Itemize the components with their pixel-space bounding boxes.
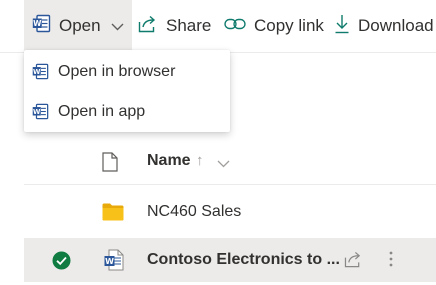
svg-text:W: W xyxy=(33,108,41,116)
open-button[interactable]: W Open xyxy=(24,0,132,52)
word-doc-icon: W xyxy=(104,249,124,276)
download-button[interactable]: Download xyxy=(334,0,434,52)
svg-text:W: W xyxy=(33,19,42,28)
chevron-down-icon xyxy=(111,16,124,36)
chevron-down-icon[interactable] xyxy=(217,155,230,173)
menu-item-open-in-browser[interactable]: W Open in browser xyxy=(24,52,230,92)
share-icon[interactable] xyxy=(344,251,363,273)
share-icon xyxy=(138,15,158,38)
download-icon xyxy=(334,14,350,39)
link-icon xyxy=(224,16,246,36)
list-item-selected[interactable]: W Contoso Electronics to ... xyxy=(24,238,436,282)
item-name[interactable]: Contoso Electronics to ... xyxy=(147,251,340,269)
menu-item-open-in-app[interactable]: W Open in app xyxy=(24,92,230,132)
share-button[interactable]: Share xyxy=(138,0,211,52)
file-type-icon[interactable] xyxy=(102,152,118,177)
copy-link-label: Copy link xyxy=(254,16,324,35)
open-label: Open xyxy=(59,16,101,35)
copy-link-button[interactable]: Copy link xyxy=(224,0,324,52)
svg-text:W: W xyxy=(33,68,41,76)
list-header-row: Name ↑ xyxy=(24,140,436,185)
open-dropdown-menu: W Open in browser W Open in app xyxy=(24,50,230,132)
folder-icon xyxy=(102,203,124,226)
svg-text:W: W xyxy=(105,257,114,266)
download-label: Download xyxy=(358,16,434,35)
sort-ascending-icon: ↑ xyxy=(196,152,204,169)
item-name[interactable]: NC460 Sales xyxy=(147,203,241,221)
word-icon: W xyxy=(32,63,49,85)
check-circle-icon[interactable] xyxy=(52,251,71,275)
menu-item-label: Open in browser xyxy=(58,63,176,80)
command-bar: W Open Share Copy link Download xyxy=(0,0,436,53)
word-icon: W xyxy=(32,14,51,38)
list-item[interactable]: NC460 Sales xyxy=(24,190,436,234)
more-options-icon[interactable] xyxy=(388,250,394,273)
word-icon: W xyxy=(32,103,49,125)
menu-item-label: Open in app xyxy=(58,103,146,120)
share-label: Share xyxy=(166,16,212,35)
name-column-header[interactable]: Name xyxy=(147,152,191,170)
